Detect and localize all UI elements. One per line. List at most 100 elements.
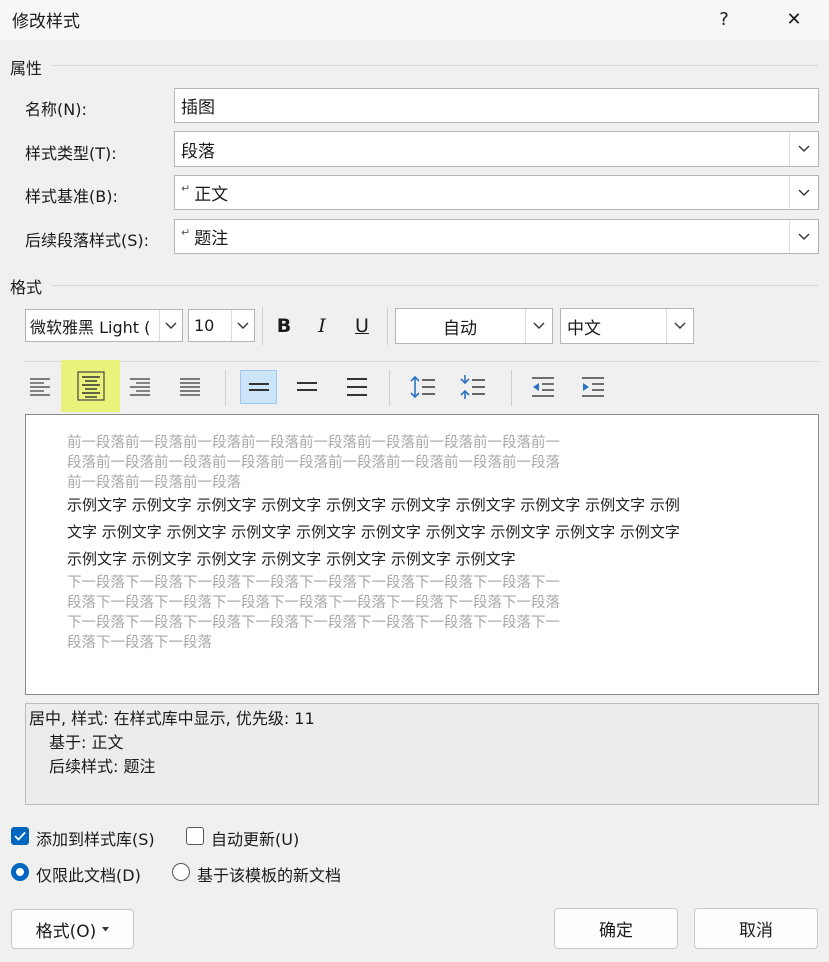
preview-line: 下一段落下一段落下一段落下一段落下一段落下一段落下一段落下一段落下一 — [67, 575, 560, 591]
description-line: 后续样式: 题注 — [49, 757, 156, 776]
single-spacing-button[interactable] — [240, 370, 277, 404]
paragraph-mark-icon: ↵ — [181, 182, 191, 195]
toolbar-divider — [511, 370, 512, 406]
preview-line: 段落下一段落下一段落 — [67, 635, 212, 651]
help-icon: ? — [719, 8, 729, 30]
style-type-value: 段落 — [181, 141, 215, 162]
font-select[interactable]: 微软雅黑 Light ( — [25, 309, 183, 342]
chevron-down-icon[interactable] — [525, 309, 552, 343]
italic-button[interactable]: I — [300, 306, 344, 346]
preview-line: 示例文字 示例文字 示例文字 示例文字 示例文字 示例文字 示例文字 — [67, 550, 516, 568]
preview-line: 前一段落前一段落前一段落前一段落前一段落前一段落前一段落前一段落前一 — [67, 435, 560, 451]
decrease-spacing-icon — [460, 375, 485, 399]
align-center-button[interactable] — [61, 360, 120, 412]
close-button[interactable]: ✕ — [774, 4, 814, 34]
preview-line: 前一段落前一段落前一段落 — [67, 475, 241, 491]
decrease-indent-icon — [532, 377, 554, 397]
script-select[interactable]: 中文 — [560, 308, 694, 344]
cancel-button[interactable]: 取消 — [694, 908, 818, 949]
next-style-select[interactable]: ↵ 题注 — [174, 219, 819, 254]
close-icon: ✕ — [786, 8, 802, 30]
help-button[interactable]: ? — [704, 4, 744, 34]
style-preview: 前一段落前一段落前一段落前一段落前一段落前一段落前一段落前一段落前一 段落前一段… — [25, 414, 819, 695]
preview-line: 示例文字 示例文字 示例文字 示例文字 示例文字 示例文字 示例文字 示例文字 … — [67, 496, 680, 514]
chevron-down-icon[interactable] — [231, 310, 254, 341]
chevron-down-icon[interactable] — [789, 220, 818, 253]
add-to-gallery-label[interactable]: 添加到样式库(S) — [36, 826, 155, 850]
chevron-down-icon[interactable] — [159, 310, 182, 341]
paragraph-mark-icon: ↵ — [181, 226, 191, 239]
preview-sample-paragraph: 示例文字 示例文字 示例文字 示例文字 示例文字 示例文字 示例文字 示例文字 … — [67, 492, 680, 573]
dialog-title: 修改样式 — [12, 12, 80, 32]
caret-down-icon — [102, 926, 110, 931]
name-label: 名称(N): — [25, 100, 87, 119]
font-size-value: 10 — [194, 316, 215, 335]
underline-button[interactable]: U — [340, 306, 384, 346]
description-line: 居中, 样式: 在样式库中显示, 优先级: 11 — [29, 709, 315, 728]
radio-dot-icon — [16, 868, 24, 876]
style-based-select[interactable]: ↵ 正文 — [174, 175, 819, 210]
this-document-only-label[interactable]: 仅限此文档(D) — [36, 862, 141, 886]
single-spacing-icon — [248, 383, 269, 391]
font-color-value: 自动 — [443, 318, 477, 339]
align-center-icon — [76, 371, 105, 401]
toolbar-divider — [387, 307, 388, 345]
auto-update-checkbox[interactable] — [186, 827, 204, 845]
style-type-label: 样式类型(T): — [25, 144, 117, 163]
auto-update-label[interactable]: 自动更新(U) — [211, 826, 299, 850]
name-value: 插图 — [181, 98, 215, 118]
align-left-icon — [30, 378, 50, 396]
format-section-label: 格式 — [10, 278, 43, 297]
format-menu-button[interactable]: 格式(O) — [11, 909, 134, 949]
script-value: 中文 — [567, 318, 601, 339]
font-color-select[interactable]: 自动 — [395, 308, 553, 344]
style-based-value: 正文 — [194, 185, 229, 205]
italic-icon: I — [318, 315, 326, 337]
description-line: 基于: 正文 — [49, 733, 124, 752]
align-right-icon — [130, 378, 150, 396]
one-half-spacing-button[interactable] — [285, 367, 329, 407]
preview-line: 段落下一段落下一段落下一段落下一段落下一段落下一段落下一段落下一段落 — [67, 595, 560, 611]
chevron-down-icon[interactable] — [789, 132, 818, 166]
chevron-down-icon[interactable] — [789, 176, 818, 209]
preview-previous-paragraph: 前一段落前一段落前一段落前一段落前一段落前一段落前一段落前一段落前一 段落前一段… — [67, 433, 560, 493]
properties-section-label: 属性 — [10, 59, 43, 78]
increase-paragraph-spacing-button[interactable] — [401, 367, 445, 407]
preview-line: 段落前一段落前一段落前一段落前一段落前一段落前一段落前一段落前一段落 — [67, 455, 560, 471]
justify-button[interactable] — [168, 367, 212, 407]
style-description: 居中, 样式: 在样式库中显示, 优先级: 11 基于: 正文 后续样式: 题注 — [25, 703, 819, 805]
ok-button[interactable]: 确定 — [554, 908, 678, 949]
increase-spacing-icon — [410, 375, 435, 399]
checkmark-icon — [14, 831, 26, 841]
font-size-select[interactable]: 10 — [188, 309, 255, 342]
cancel-button-label: 取消 — [739, 921, 773, 941]
align-right-button[interactable] — [118, 367, 162, 407]
chevron-down-icon[interactable] — [666, 309, 693, 343]
double-spacing-button[interactable] — [335, 367, 379, 407]
double-spacing-icon — [347, 378, 367, 396]
next-style-value: 题注 — [194, 229, 229, 249]
name-input[interactable]: 插图 — [174, 88, 819, 123]
format-button-label: 格式(O) — [35, 921, 97, 942]
font-value: 微软雅黑 Light ( — [30, 317, 151, 337]
ok-button-label: 确定 — [599, 921, 633, 941]
align-left-button[interactable] — [18, 367, 62, 407]
style-based-label: 样式基准(B): — [25, 187, 118, 206]
preview-line: 文字 示例文字 示例文字 示例文字 示例文字 示例文字 示例文字 示例文字 示例… — [67, 523, 680, 541]
increase-indent-button[interactable] — [571, 367, 615, 407]
new-documents-label[interactable]: 基于该模板的新文档 — [197, 862, 341, 886]
preview-next-paragraph: 下一段落下一段落下一段落下一段落下一段落下一段落下一段落下一段落下一 段落下一段… — [67, 573, 560, 653]
decrease-indent-button[interactable] — [521, 367, 565, 407]
properties-divider — [52, 65, 818, 66]
toolbar-row-divider — [25, 361, 819, 362]
style-type-select[interactable]: 段落 — [174, 131, 819, 167]
add-to-gallery-checkbox[interactable] — [11, 827, 29, 845]
decrease-paragraph-spacing-button[interactable] — [451, 367, 495, 407]
bold-icon: B — [276, 315, 292, 337]
toolbar-divider — [389, 370, 390, 406]
this-document-only-radio[interactable] — [11, 863, 29, 881]
preview-line: 下一段落下一段落下一段落下一段落下一段落下一段落下一段落下一段落下一 — [67, 615, 560, 631]
toolbar-divider — [225, 370, 226, 406]
new-documents-radio[interactable] — [172, 863, 190, 881]
justify-icon — [180, 378, 200, 396]
